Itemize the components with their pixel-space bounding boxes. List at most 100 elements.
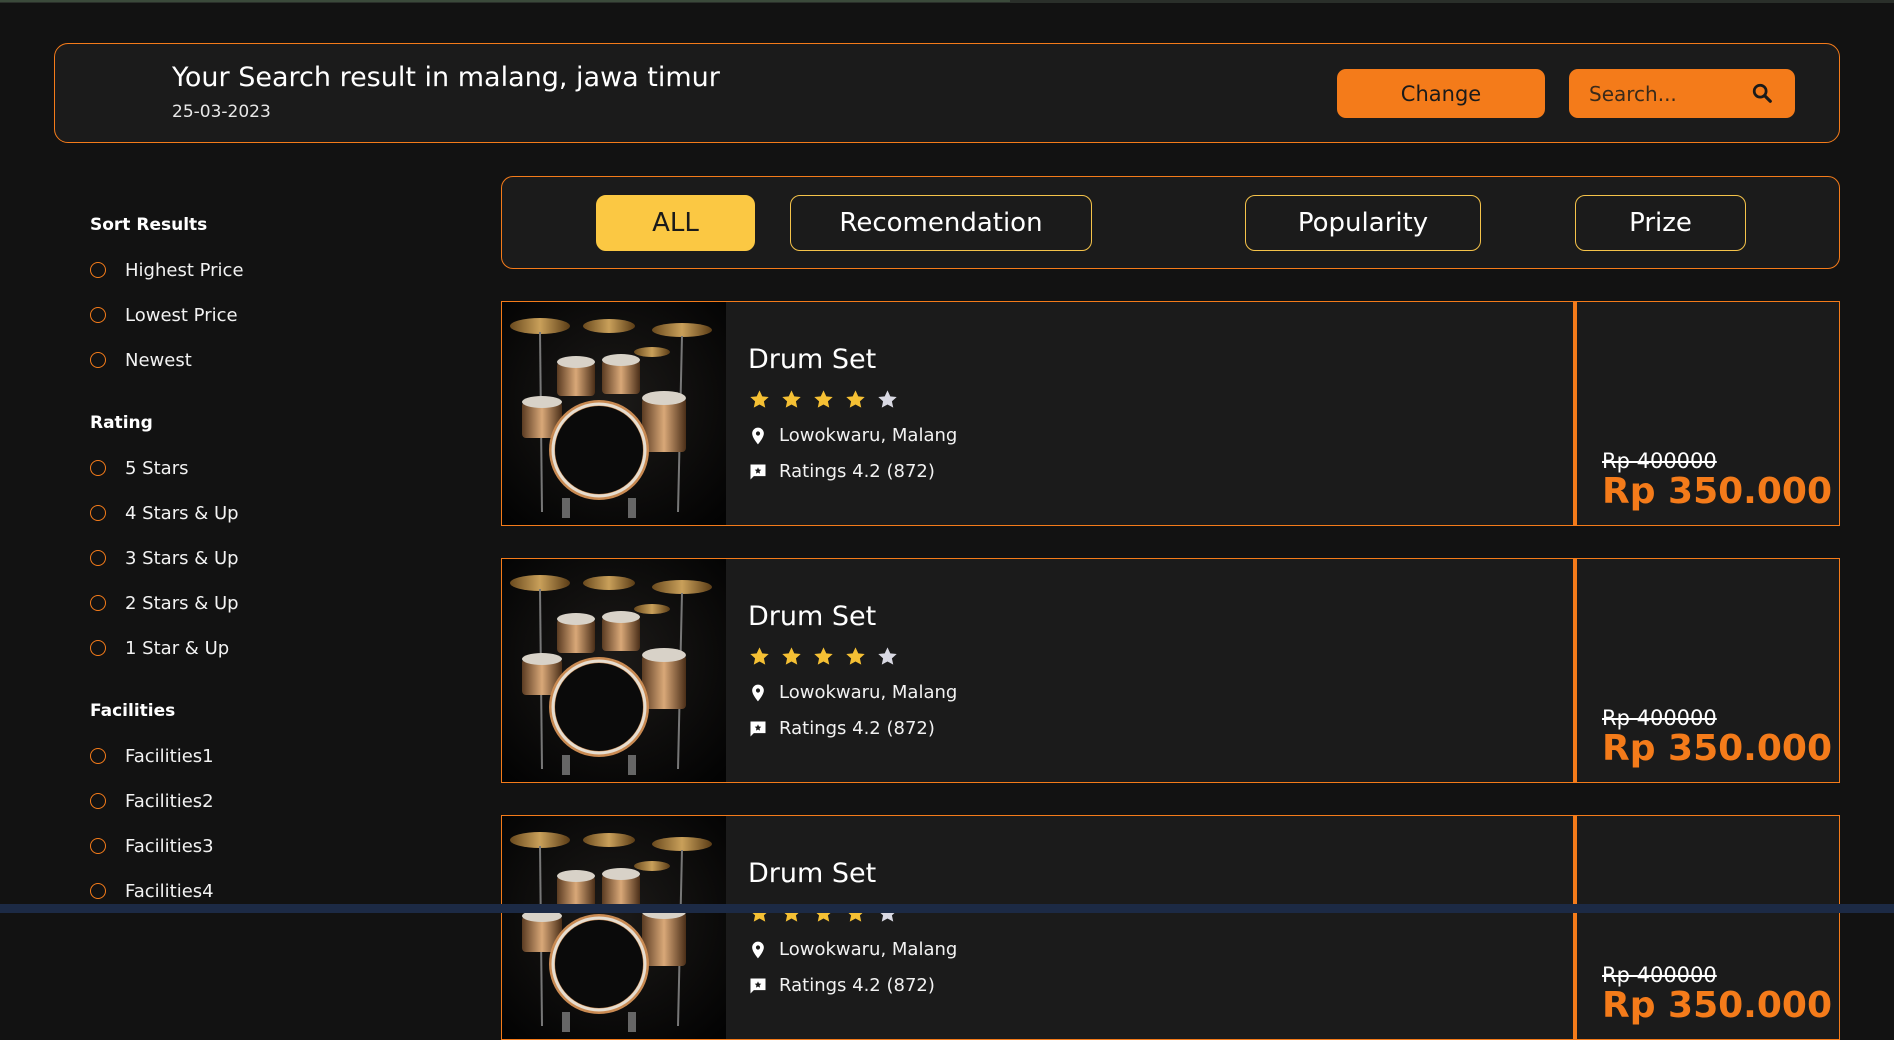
- rating-comment-icon: [750, 721, 766, 736]
- facility-option-4[interactable]: Facilities4: [90, 879, 214, 903]
- sort-option-lowest-price[interactable]: Lowest Price: [90, 303, 238, 327]
- radio-button[interactable]: [90, 505, 106, 521]
- price-divider: [1573, 302, 1577, 525]
- top-edge-line: [0, 0, 1894, 3]
- option-label: 5 Stars: [125, 457, 189, 479]
- star-icon: [878, 647, 897, 665]
- rating-option-2[interactable]: 2 Stars & Up: [90, 591, 239, 615]
- product-image[interactable]: [502, 816, 726, 1039]
- discounted-price: Rp 350.000: [1602, 471, 1832, 512]
- product-location: Lowokwaru, Malang: [748, 682, 957, 703]
- star-icon: [878, 390, 897, 408]
- rating-option-4[interactable]: 4 Stars & Up: [90, 501, 239, 525]
- product-name[interactable]: Drum Set: [748, 344, 876, 375]
- search-input[interactable]: [1587, 79, 1741, 109]
- tab-all[interactable]: ALL: [596, 195, 755, 251]
- location-text: Lowokwaru, Malang: [779, 425, 958, 446]
- product-location: Lowokwaru, Malang: [748, 425, 957, 446]
- star-icon: [750, 390, 769, 408]
- ratings-text: Ratings 4.2 (872): [779, 975, 935, 996]
- bottom-taskbar-edge: [0, 904, 1894, 913]
- option-label: Lowest Price: [125, 304, 238, 326]
- radio-button[interactable]: [90, 838, 106, 854]
- rating-option-1[interactable]: 1 Star & Up: [90, 636, 229, 660]
- option-label: Facilities2: [125, 790, 214, 812]
- radio-button[interactable]: [90, 793, 106, 809]
- option-label: Facilities3: [125, 835, 214, 857]
- result-card[interactable]: Drum Set Lowokwaru, Malang Ratings 4.2 (…: [501, 301, 1840, 526]
- radio-button[interactable]: [90, 307, 106, 323]
- rating-comment-icon: [750, 464, 766, 479]
- radio-button[interactable]: [90, 460, 106, 476]
- option-label: Facilities4: [125, 880, 214, 902]
- radio-button[interactable]: [90, 352, 106, 368]
- rating-option-3[interactable]: 3 Stars & Up: [90, 546, 239, 570]
- star-icon: [750, 647, 769, 665]
- search-icon[interactable]: [1751, 82, 1773, 104]
- top-edge-line-segment: [0, 0, 1010, 2]
- tab-recomendation[interactable]: Recomendation: [790, 195, 1092, 251]
- discounted-price: Rp 350.000: [1602, 728, 1832, 769]
- radio-button[interactable]: [90, 262, 106, 278]
- facilities-heading: Facilities: [90, 701, 176, 721]
- option-label: 3 Stars & Up: [125, 547, 239, 569]
- star-icon: [814, 390, 833, 408]
- facility-option-1[interactable]: Facilities1: [90, 744, 214, 768]
- result-card[interactable]: Drum Set Lowokwaru, Malang Ratings 4.2 (…: [501, 558, 1840, 783]
- result-filter-tabs: ALL Recomendation Popularity Prize: [501, 176, 1840, 269]
- location-pin-icon: [752, 941, 764, 958]
- option-label: Facilities1: [125, 745, 214, 767]
- product-location: Lowokwaru, Malang: [748, 939, 957, 960]
- sort-option-newest[interactable]: Newest: [90, 348, 192, 372]
- drum-set-image: [502, 559, 726, 782]
- original-price: Rp 400000: [1602, 449, 1717, 473]
- price-divider: [1573, 559, 1577, 782]
- radio-button[interactable]: [90, 550, 106, 566]
- star-icon: [846, 390, 865, 408]
- location-pin-icon: [752, 427, 764, 444]
- search-summary-header: Your Search result in malang, jawa timur…: [54, 43, 1840, 143]
- product-image[interactable]: [502, 559, 726, 782]
- product-ratings: Ratings 4.2 (872): [748, 461, 935, 482]
- search-date: 25-03-2023: [172, 102, 271, 122]
- rating-heading: Rating: [90, 413, 153, 433]
- option-label: 2 Stars & Up: [125, 592, 239, 614]
- ratings-text: Ratings 4.2 (872): [779, 718, 935, 739]
- product-image[interactable]: [502, 302, 726, 525]
- result-card[interactable]: Drum Set Lowokwaru, Malang Ratings 4.2 (…: [501, 815, 1840, 1040]
- star-icon: [782, 647, 801, 665]
- rating-option-5[interactable]: 5 Stars: [90, 456, 188, 480]
- original-price: Rp 400000: [1602, 963, 1717, 987]
- tab-prize[interactable]: Prize: [1575, 195, 1746, 251]
- sort-results-heading: Sort Results: [90, 215, 208, 235]
- facility-option-3[interactable]: Facilities3: [90, 834, 214, 858]
- option-label: Highest Price: [125, 259, 244, 281]
- option-label: 1 Star & Up: [125, 637, 230, 659]
- product-name[interactable]: Drum Set: [748, 858, 876, 889]
- discounted-price: Rp 350.000: [1602, 985, 1832, 1026]
- drum-set-image: [502, 816, 726, 1039]
- radio-button[interactable]: [90, 748, 106, 764]
- original-price: Rp 400000: [1602, 706, 1717, 730]
- page-title: Your Search result in malang, jawa timur: [172, 62, 720, 93]
- location-pin-icon: [752, 684, 764, 701]
- star-icon: [846, 647, 865, 665]
- option-label: 4 Stars & Up: [125, 502, 239, 524]
- radio-button[interactable]: [90, 883, 106, 899]
- rating-comment-icon: [750, 978, 766, 993]
- star-rating: [748, 388, 899, 411]
- product-ratings: Ratings 4.2 (872): [748, 975, 935, 996]
- product-name[interactable]: Drum Set: [748, 601, 876, 632]
- option-label: Newest: [125, 349, 192, 371]
- facility-option-2[interactable]: Facilities2: [90, 789, 214, 813]
- radio-button[interactable]: [90, 640, 106, 656]
- location-text: Lowokwaru, Malang: [779, 939, 958, 960]
- sort-option-highest-price[interactable]: Highest Price: [90, 258, 244, 282]
- product-ratings: Ratings 4.2 (872): [748, 718, 935, 739]
- search-box[interactable]: [1569, 69, 1795, 118]
- tab-popularity[interactable]: Popularity: [1245, 195, 1481, 251]
- star-icon: [814, 647, 833, 665]
- radio-button[interactable]: [90, 595, 106, 611]
- star-rating: [748, 645, 899, 668]
- change-button[interactable]: Change: [1337, 69, 1545, 118]
